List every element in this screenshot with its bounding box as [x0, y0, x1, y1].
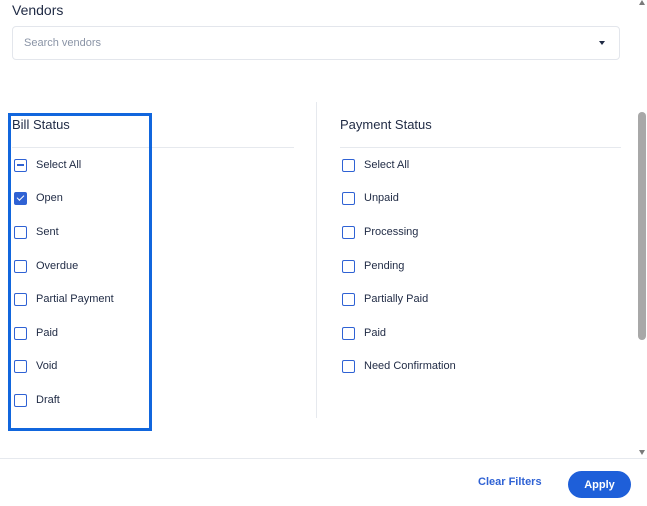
checkbox-icon[interactable] — [14, 393, 27, 407]
vertical-scrollbar[interactable] — [637, 0, 647, 458]
checked-checkbox-icon[interactable] — [14, 191, 27, 205]
vendor-search-input[interactable] — [13, 27, 573, 59]
checkbox-icon[interactable] — [14, 326, 27, 340]
checkbox-label: Overdue — [36, 260, 79, 272]
scroll-down-arrow-icon[interactable] — [639, 450, 645, 455]
checkbox-icon[interactable] — [342, 359, 355, 373]
checkbox-icon[interactable] — [342, 225, 355, 239]
checkbox-icon[interactable] — [14, 292, 27, 306]
checkbox-icon[interactable] — [14, 259, 27, 273]
checkbox-label: Unpaid — [364, 192, 399, 204]
bill-status-overdue[interactable]: Overdue — [14, 258, 78, 274]
checkbox-icon[interactable] — [342, 191, 355, 205]
payment-status-processing[interactable]: Processing — [342, 224, 418, 240]
bill-status-paid[interactable]: Paid — [14, 325, 58, 341]
checkbox-label: Select All — [364, 159, 410, 171]
checkbox-icon[interactable] — [342, 158, 355, 172]
checkbox-label: Pending — [364, 260, 405, 272]
checkbox-label: Partial Payment — [36, 293, 114, 305]
payment-status-select-all[interactable]: Select All — [342, 157, 409, 173]
bill-status-open[interactable]: Open — [14, 190, 63, 206]
bill-status-select-all[interactable]: Select All — [14, 157, 81, 173]
payment-status-section: Payment Status Select All Unpaid Process… — [340, 116, 621, 373]
scroll-up-arrow-icon[interactable] — [639, 0, 645, 5]
checkbox-icon[interactable] — [342, 292, 355, 306]
divider — [12, 147, 294, 148]
bill-status-void[interactable]: Void — [14, 358, 57, 374]
payment-status-pending[interactable]: Pending — [342, 258, 404, 274]
checkbox-icon[interactable] — [342, 259, 355, 273]
payment-status-paid[interactable]: Paid — [342, 325, 386, 341]
checkbox-label: Open — [36, 192, 63, 204]
checkbox-label: Processing — [364, 226, 419, 238]
checkbox-icon[interactable] — [14, 225, 27, 239]
filter-footer: Clear Filters Apply — [0, 458, 647, 506]
checkbox-label: Select All — [36, 159, 82, 171]
checkbox-label: Paid — [364, 327, 387, 339]
payment-status-unpaid[interactable]: Unpaid — [342, 190, 399, 206]
column-divider — [316, 102, 317, 418]
bill-status-title: Bill Status — [12, 117, 70, 132]
divider — [340, 147, 621, 148]
payment-status-need-confirmation[interactable]: Need Confirmation — [342, 358, 456, 374]
checkbox-icon[interactable] — [14, 359, 27, 373]
apply-button[interactable]: Apply — [568, 471, 631, 498]
filter-panel: Vendors Bill Status Select All Open Sent… — [0, 0, 637, 458]
checkbox-icon[interactable] — [342, 326, 355, 340]
scrollbar-thumb[interactable] — [638, 112, 646, 340]
vendors-title: Vendors — [12, 2, 64, 18]
vendor-search-dropdown[interactable] — [12, 26, 620, 60]
bill-status-partial-payment[interactable]: Partial Payment — [14, 291, 114, 307]
checkbox-label: Partially Paid — [364, 293, 429, 305]
bill-status-sent[interactable]: Sent — [14, 224, 59, 240]
bill-status-section: Bill Status Select All Open Sent Overdue… — [12, 116, 294, 407]
checkbox-label: Void — [36, 360, 58, 372]
clear-filters-button[interactable]: Clear Filters — [478, 476, 542, 488]
checkbox-label: Paid — [36, 327, 59, 339]
payment-status-partially-paid[interactable]: Partially Paid — [342, 291, 428, 307]
indeterminate-checkbox-icon[interactable] — [14, 158, 27, 172]
checkbox-label: Draft — [36, 394, 60, 406]
caret-down-icon[interactable] — [599, 41, 605, 45]
payment-status-title: Payment Status — [340, 117, 432, 132]
bill-status-draft[interactable]: Draft — [14, 392, 60, 408]
checkbox-label: Sent — [36, 226, 59, 238]
checkbox-label: Need Confirmation — [364, 360, 456, 372]
